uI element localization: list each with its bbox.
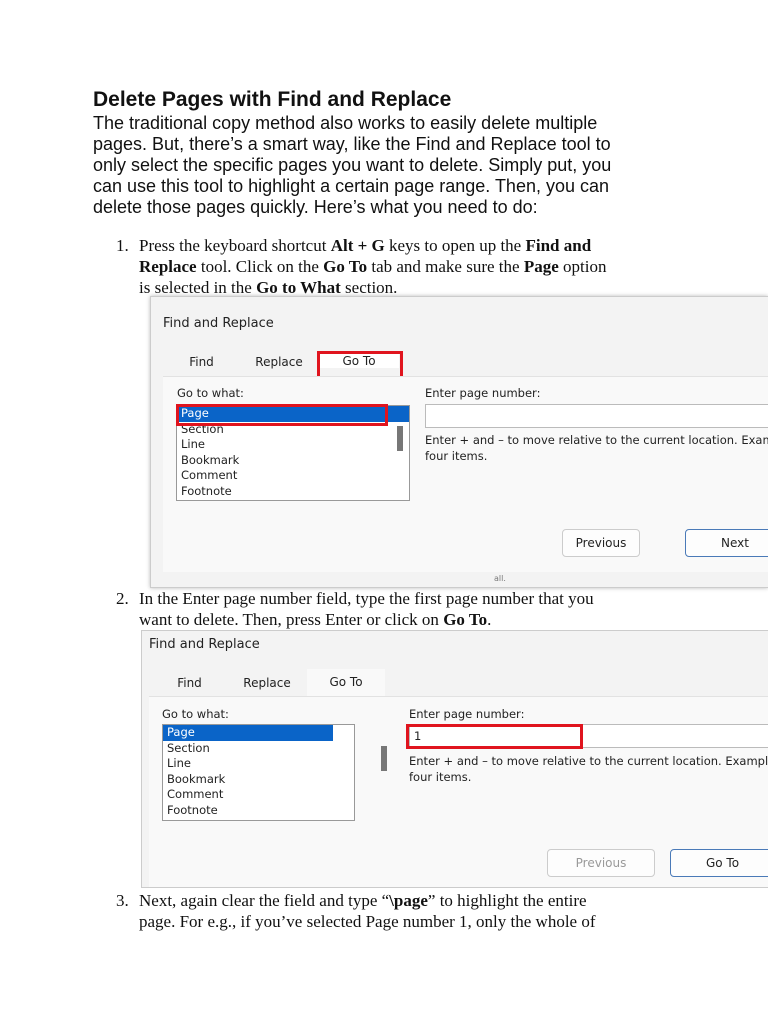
find-replace-dialog-1: Find and Replace Find Replace Go To Go t… [150,296,768,588]
help-text: Enter + and – to move relative to the cu… [425,433,768,447]
tab-go-to[interactable]: Go To [307,669,385,697]
text-fragment: all. [494,574,506,583]
next-button[interactable]: Next [685,529,768,557]
list-item-footnote[interactable]: Footnote [177,484,409,500]
list-item-page[interactable]: Page [163,725,333,741]
enter-page-number-label: Enter page number: [425,386,541,400]
section-heading: Delete Pages with Find and Replace [93,88,452,111]
step-text-line: In the Enter page number field, type the… [139,589,594,608]
paragraph-line: can use this tool to highlight a certain… [93,176,610,196]
go-to-button[interactable]: Go To [670,849,768,877]
dialog-title: Find and Replace [149,637,260,652]
tab-find[interactable]: Find [169,355,234,369]
list-item-section[interactable]: Section [163,741,354,757]
list-item-comment[interactable]: Comment [163,787,354,803]
page-number-input[interactable] [425,404,768,428]
highlight-box [176,404,388,426]
paragraph-line: only select the specific pages you want … [93,155,612,175]
tab-replace[interactable]: Replace [241,355,317,369]
list-item-footnote[interactable]: Footnote [163,803,354,819]
list-item-line[interactable]: Line [177,437,409,453]
tab-find[interactable]: Find [152,676,227,690]
list-item-bookmark[interactable]: Bookmark [163,772,354,788]
enter-page-number-label: Enter page number: [409,707,525,721]
previous-button[interactable]: Previous [562,529,640,557]
previous-button[interactable]: Previous [547,849,655,877]
step-text-line: Replace tool. Click on the Go To tab and… [139,257,607,276]
dialog-title: Find and Replace [163,316,274,331]
intro-paragraph: The traditional copy method also works t… [93,113,693,218]
highlight-box [406,724,583,749]
help-text: four items. [409,770,472,784]
tab-replace[interactable]: Replace [228,676,306,690]
help-text: Enter + and – to move relative to the cu… [409,754,768,768]
step-text-line: Next, again clear the field and type “\p… [139,891,587,910]
go-to-what-label: Go to what: [177,386,244,400]
step-number: 1. [116,236,129,255]
step-number: 3. [116,891,129,910]
go-to-what-label: Go to what: [162,707,229,721]
help-text: four items. [425,449,488,463]
paragraph-line: The traditional copy method also works t… [93,113,598,133]
list-item-line[interactable]: Line [163,756,354,772]
list-scrollbar[interactable] [397,426,403,451]
find-replace-dialog-2: Find and Replace Find Replace Go To Go t… [141,630,768,888]
step-text-line: want to delete. Then, press Enter or cli… [139,610,492,629]
step-text-line: Press the keyboard shortcut Alt + G keys… [139,236,592,255]
list-item-comment[interactable]: Comment [177,468,409,484]
list-item-bookmark[interactable]: Bookmark [177,453,409,469]
paragraph-line: pages. But, there’s a smart way, like th… [93,134,611,154]
go-to-what-list[interactable]: Page Section Line Bookmark Comment Footn… [162,724,355,821]
list-scrollbar[interactable] [381,746,387,771]
step-text-line: page. For e.g., if you’ve selected Page … [139,912,596,931]
step-text-line: is selected in the Go to What section. [139,278,398,297]
paragraph-line: delete those pages quickly. Here’s what … [93,197,538,217]
step-number: 2. [116,589,129,608]
